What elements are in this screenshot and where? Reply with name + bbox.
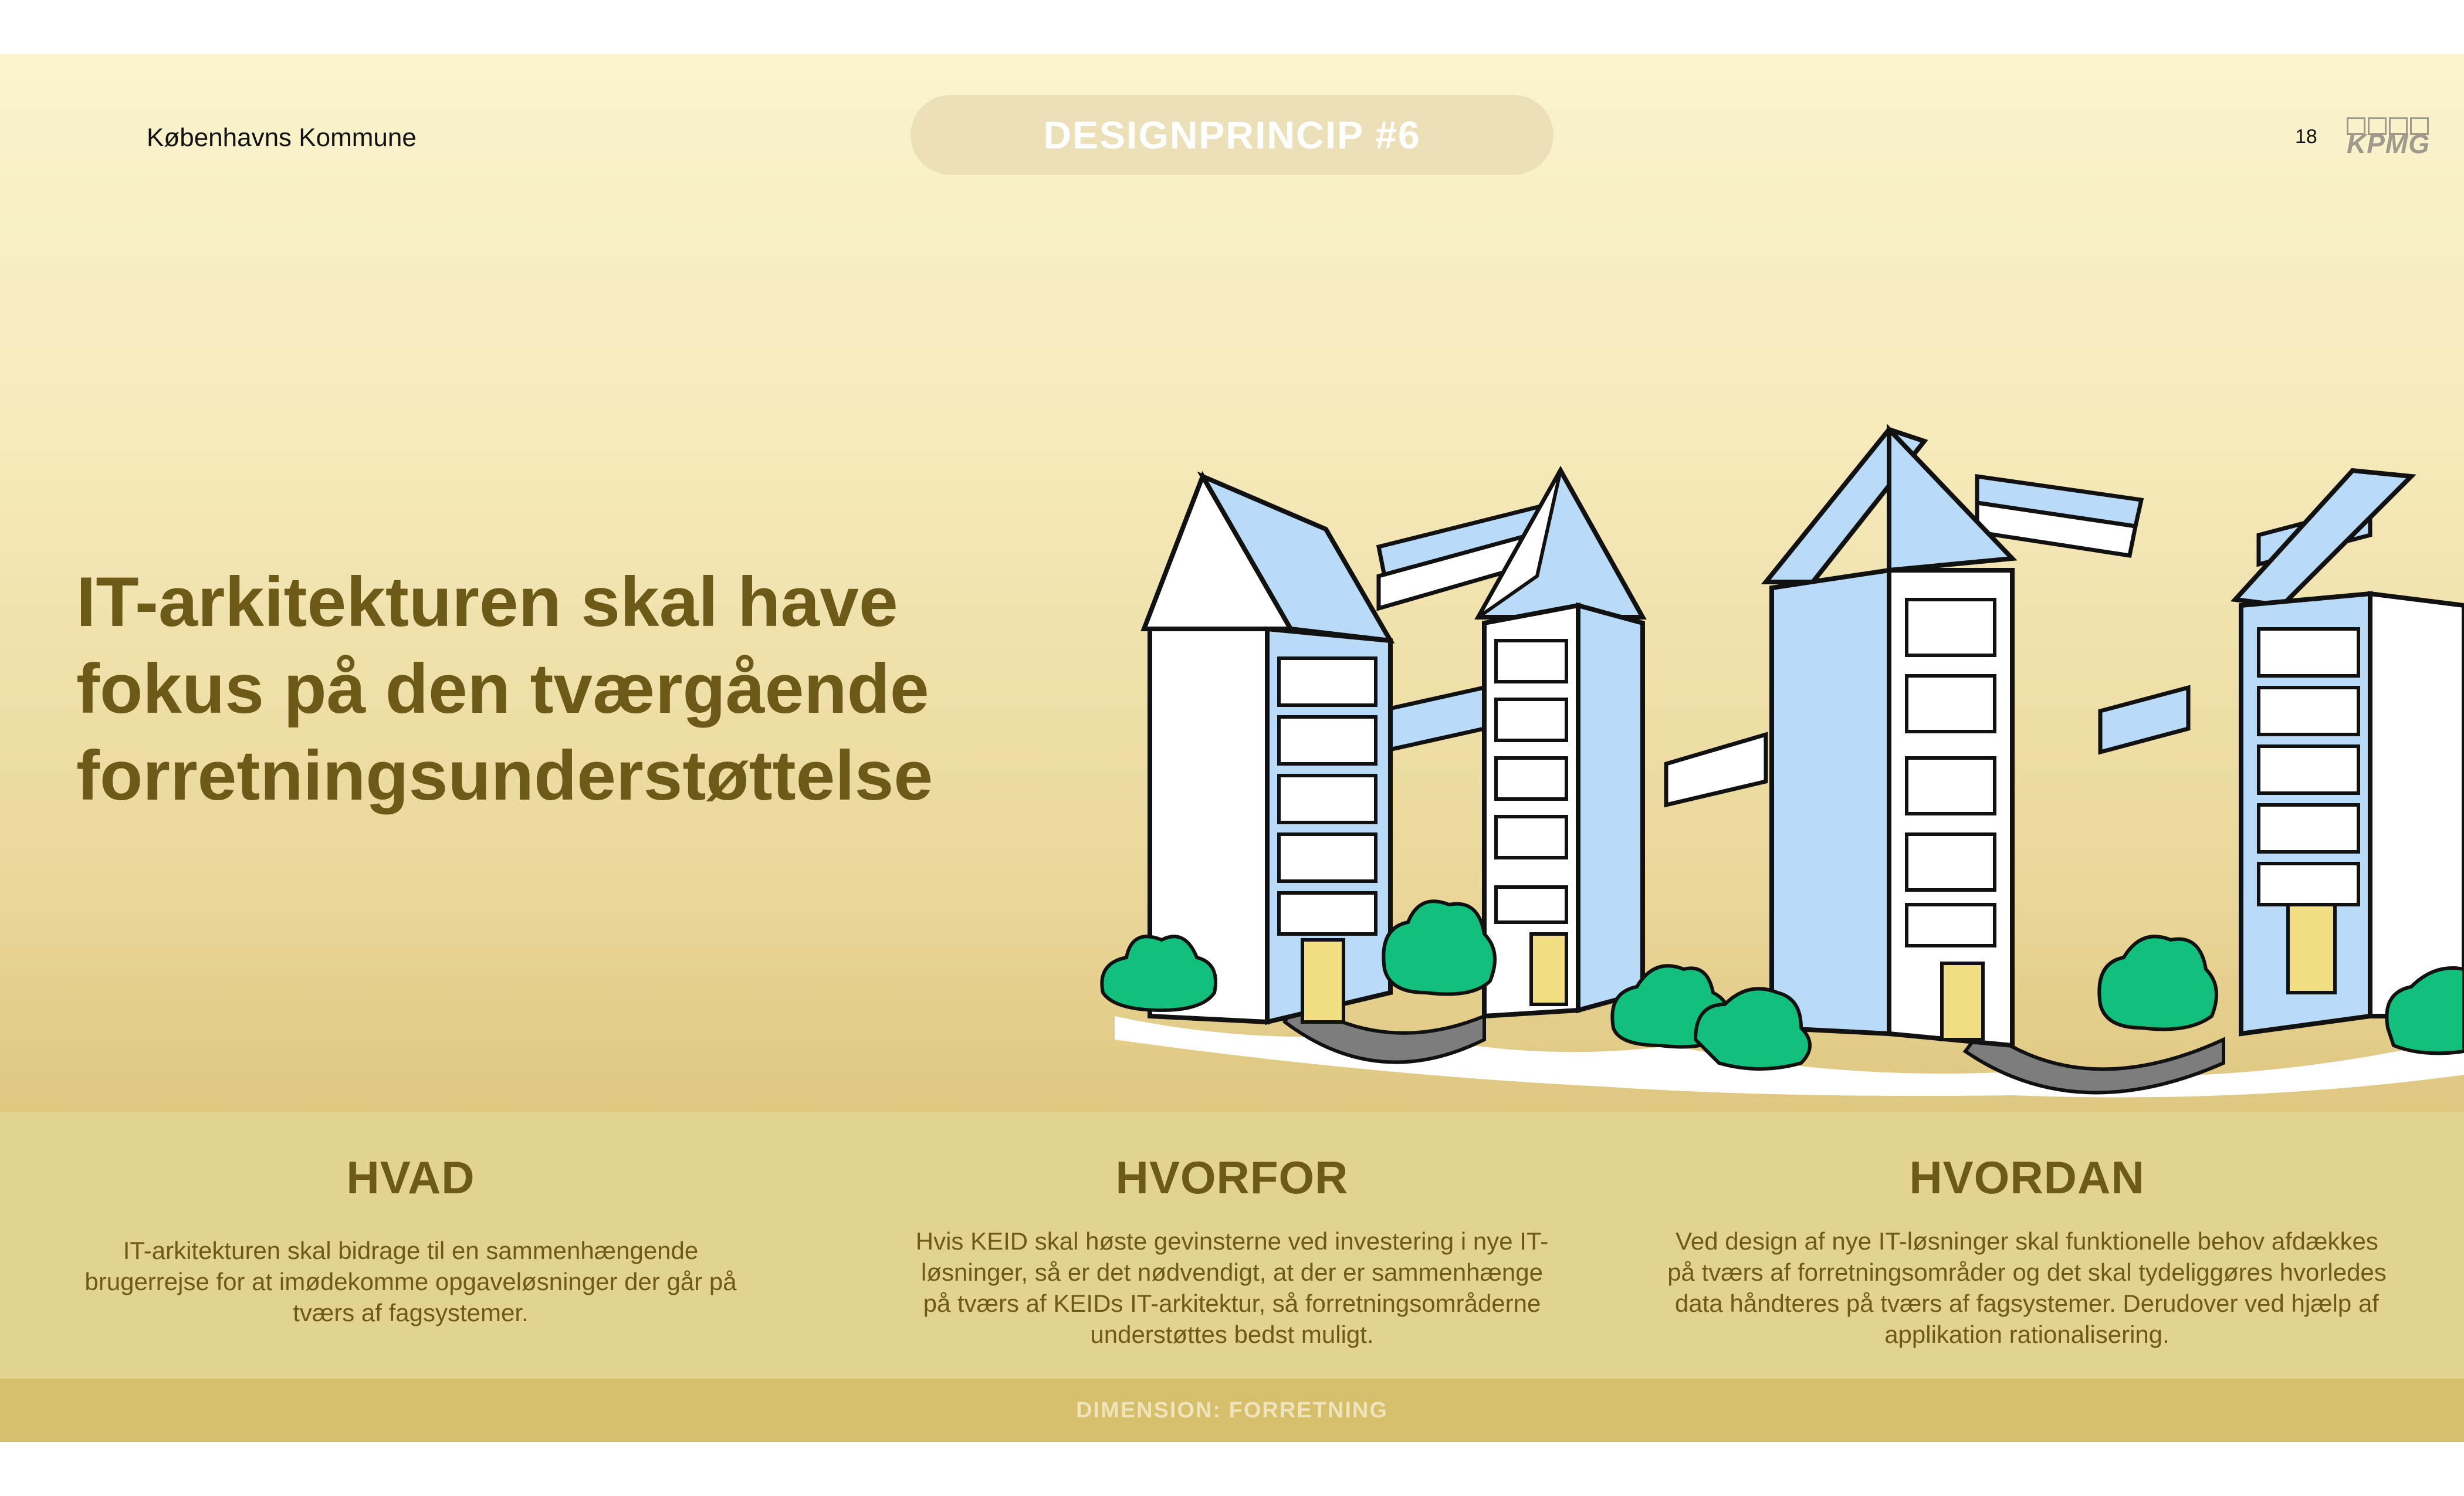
principle-pill: DESIGNPRINCIP #6 xyxy=(911,95,1553,175)
principle-label: DESIGNPRINCIP #6 xyxy=(1043,113,1421,157)
slide-background: Københavns Kommune DESIGNPRINCIP #6 18 K… xyxy=(0,54,2464,1442)
title-line-2: fokus på den tværgående xyxy=(76,649,929,728)
column-hvordan: HVORDAN Ved design af nye IT-løsninger s… xyxy=(1666,1151,2388,1350)
organization-name: Københavns Kommune xyxy=(147,123,417,152)
column-hvordan-title: HVORDAN xyxy=(1909,1152,2145,1203)
page-number: 18 xyxy=(2295,126,2317,148)
logo-text: KPMG xyxy=(2347,128,2430,159)
column-hvorfor-body: Hvis KEID skal høste gevinsterne ved inv… xyxy=(915,1227,1549,1348)
slide-page: Københavns Kommune DESIGNPRINCIP #6 18 K… xyxy=(0,0,2464,1496)
kpmg-logo: KPMG xyxy=(2347,117,2435,164)
footer-band: DIMENSION: FORRETNING xyxy=(0,1379,2464,1442)
column-hvorfor: HVORFOR Hvis KEID skal høste gevinsterne… xyxy=(909,1151,1555,1350)
column-hvad: HVAD IT-arkitekturen skal bidrage til en… xyxy=(82,1151,739,1328)
dimension-label: DIMENSION: FORRETNING xyxy=(1076,1397,1388,1423)
column-hvad-body: IT-arkitekturen skal bidrage til en samm… xyxy=(84,1237,737,1326)
page-title: IT-arkitekturen skal have fokus på den t… xyxy=(76,559,1156,819)
office-buildings-illustration-icon xyxy=(1100,424,2464,1098)
title-line-3: forretningsunderstøttelse xyxy=(76,736,933,815)
title-line-1: IT-arkitekturen skal have xyxy=(76,563,898,641)
column-hvorfor-title: HVORFOR xyxy=(1115,1152,1349,1203)
column-hvordan-body: Ved design af nye IT-løsninger skal funk… xyxy=(1667,1227,2387,1348)
column-hvad-title: HVAD xyxy=(346,1152,475,1203)
